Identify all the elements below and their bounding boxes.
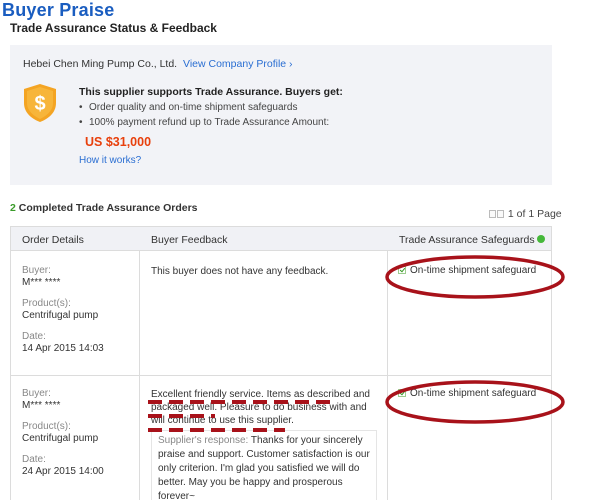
product-label: Product(s): [22,298,71,309]
check-icon [398,389,406,397]
date-label: Date: [22,331,46,342]
trade-assurance-shield-icon: $ [24,84,56,122]
buyer-label: Buyer: [22,265,51,276]
assurance-amount: US $31,000 [85,135,152,149]
page-heading: Buyer Praise [2,0,115,20]
view-company-profile-link[interactable]: View Company Profile › [183,58,293,70]
buyer-name: M*** **** [22,400,61,411]
assurance-bullet: • 100% payment refund up to Trade Assuran… [79,117,330,128]
shield-dollar-symbol: $ [34,93,45,115]
info-icon[interactable] [536,235,545,243]
product-name: Centrifugal pump [22,310,99,321]
safeguard-label: On-time shipment safeguard [410,265,537,276]
safeguard-label: On-time shipment safeguard [410,388,537,399]
completed-orders-count: 2 Completed Trade Assurance Orders [10,202,198,214]
assurance-details: This supplier supports Trade Assurance. … [79,86,549,166]
safeguard-item: On-time shipment safeguard [398,265,536,276]
buyer-label: Buyer: [22,388,51,399]
trade-assurance-panel: Hebei Chen Ming Pump Co., Ltd. View Comp… [10,45,552,185]
section-title: Trade Assurance Status & Feedback [10,21,217,35]
header-safeguards: Trade Assurance Safeguards [399,234,545,246]
buyer-feedback: This buyer does not have any feedback. [151,266,329,277]
date-label: Date: [22,454,46,465]
header-order-details: Order Details [22,234,84,246]
product-label: Product(s): [22,421,71,432]
assurance-bullet: • Order quality and on-time shipment safe… [79,102,298,113]
prev-page-icon[interactable] [489,210,496,218]
buyer-feedback: Excellent friendly service. Items as des… [151,389,370,426]
supplier-response: Supplier's response: Thanks for your sin… [151,430,377,500]
company-line: Hebei Chen Ming Pump Co., Ltd. View Comp… [23,58,293,70]
pager-text: 1 of 1 Page [507,208,562,220]
order-date: 14 Apr 2015 14:03 [22,343,104,354]
orders-table: Order Details Buyer Feedback Trade Assur… [10,226,552,500]
table-header: Order Details Buyer Feedback Trade Assur… [11,226,551,251]
table-row: Buyer: M*** **** Product(s): Centrifugal… [11,251,551,376]
order-details: Buyer: M*** **** Product(s): Centrifugal… [22,265,104,364]
orders-count-label: Completed Trade Assurance Orders [15,202,198,214]
table-row: Buyer: M*** **** Product(s): Centrifugal… [11,376,551,500]
supplier-response-label: Supplier's response: [158,435,249,446]
assurance-headline: This supplier supports Trade Assurance. … [79,86,343,98]
company-name: Hebei Chen Ming Pump Co., Ltd. [23,58,178,70]
check-icon [398,266,406,274]
pagination: 1 of 1 Page [489,208,562,220]
how-it-works-link[interactable]: How it works? [79,155,549,166]
order-date: 24 Apr 2015 14:00 [22,466,104,477]
assurance-bullet-text: Order quality and on-time shipment safeg… [89,102,298,113]
safeguard-item: On-time shipment safeguard [398,388,536,399]
order-details: Buyer: M*** **** Product(s): Centrifugal… [22,388,104,487]
product-name: Centrifugal pump [22,433,99,444]
header-safeguards-label: Trade Assurance Safeguards [399,234,535,246]
next-page-icon[interactable] [497,210,504,218]
assurance-bullet-text: 100% payment refund up to Trade Assuranc… [89,117,330,128]
buyer-name: M*** **** [22,277,61,288]
header-buyer-feedback: Buyer Feedback [151,234,228,246]
